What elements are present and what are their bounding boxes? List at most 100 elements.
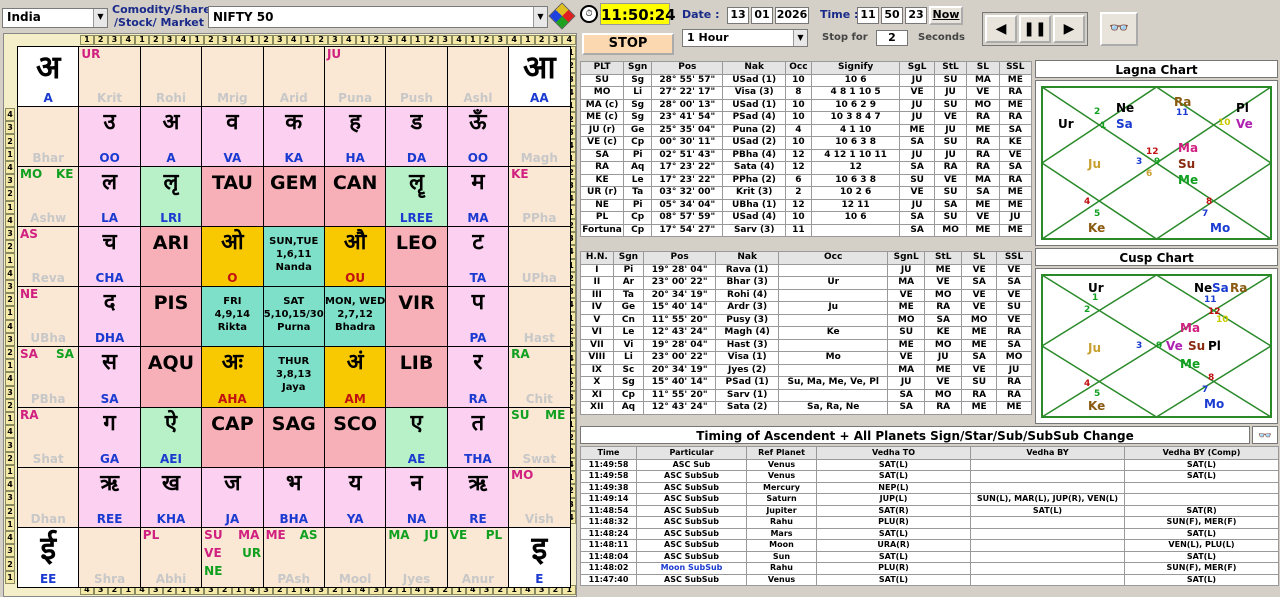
table-row[interactable]: 11:48:04 ASC SubSub Sun SAT(L) SAT(L)	[580, 550, 1279, 563]
table-row[interactable]: 11:48:02 Moon SubSub Rahu PLU(R) SUN(F), MER…	[580, 562, 1279, 575]
table-cell: Saturn	[746, 493, 817, 506]
table-cell: JU	[899, 111, 935, 125]
table-row[interactable]: MA (c) Sg 28° 00' 13" USad (1) 10 10 6 2 9 JU S…	[579, 98, 1033, 112]
table-row[interactable]: 11:48:32 ASC SubSub Rahu PLU(R) SUN(F), MER(…	[580, 516, 1279, 529]
table-row[interactable]: VI Le 12° 43' 24" Magh (4) Ke SU KE ME RA	[580, 326, 1032, 340]
date-month-input[interactable]: 01	[751, 7, 773, 24]
table-row[interactable]: KE Le 17° 23' 22" PPha (2) 6 10 6 3 8 SU VE MA RA	[579, 173, 1033, 187]
table-row[interactable]: NE Pi 05° 34' 04" UBha (1) 12 12 11 JU SA ME ME	[579, 198, 1033, 212]
rewind-icon[interactable]: ◀	[985, 15, 1017, 43]
chart-label: Ma	[1180, 321, 1201, 335]
stop-button[interactable]: STOP	[582, 33, 674, 55]
table-row[interactable]: 11:49:58 ASC SubSub Venus SAT(L) SAT(L)	[580, 470, 1279, 483]
grid-cell: VIR	[386, 287, 447, 347]
table-cell: Ge	[612, 301, 645, 315]
table-row[interactable]: 11:48:24 ASC SubSub Mars SAT(L) SAT(L)	[580, 527, 1279, 540]
table-cell: RA	[996, 376, 1032, 390]
table-cell: Jupiter	[746, 504, 817, 517]
country-select[interactable]: India ▼	[2, 8, 108, 28]
table-row[interactable]: X Sg 15° 40' 14" PSad (1) Su, Ma, Me, Ve, Pl…	[580, 376, 1032, 390]
chart-label: 9	[1154, 157, 1161, 167]
table-row[interactable]: V Cn 11° 55' 20" Pusy (3) MO SA MO VE	[580, 313, 1032, 327]
nakshatra-label: PBha	[30, 391, 66, 406]
chart-label: Sa	[1116, 117, 1133, 131]
table-row[interactable]: SA Pi 02° 51' 43" PBha (4) 12 4 12 1 10 11 JU J…	[579, 148, 1033, 162]
table-cell: Visa (1)	[715, 351, 780, 365]
table-row[interactable]: XII Aq 12° 43' 24" Sata (2) Sa, Ra, Ne SA RA ME…	[580, 401, 1032, 415]
now-button[interactable]: Now	[929, 6, 963, 25]
grid-cell: ऐ AEI	[140, 407, 202, 467]
grid-cell: PIS	[140, 287, 202, 347]
chart-label: Ke	[1088, 399, 1106, 413]
table-row[interactable]: 11:49:14 ASC SubSub Saturn JUP(L) SUN(L), MA…	[580, 493, 1279, 506]
table-cell: Pusy (3)	[715, 313, 780, 327]
table-row[interactable]: IV Ge 15° 40' 14" Ardr (3) Ju ME RA VE SU	[580, 301, 1032, 315]
time-hour-input[interactable]: 11	[857, 7, 879, 24]
time-second-input[interactable]: 23	[905, 7, 927, 24]
table-cell	[1124, 481, 1279, 494]
table-cell: 12 11	[810, 198, 901, 212]
nakshatra-label: Swat	[522, 451, 557, 466]
table-row[interactable]: SU Sg 28° 55' 57" USad (1) 10 10 6 JU SU MA ME	[579, 73, 1033, 87]
table-row[interactable]: III Ta 20° 34' 19" Rohi (4) VE MO VE VE	[580, 288, 1032, 302]
date-year-input[interactable]: 2026	[775, 7, 809, 24]
table-row[interactable]: RA Aq 17° 23' 22" Sata (4) 12 12 SA RA RA SA	[579, 161, 1033, 175]
chevron-down-icon[interactable]: ▼	[533, 7, 547, 27]
ruler-tick: 3	[217, 35, 232, 45]
chevron-down-icon[interactable]: ▼	[793, 30, 807, 46]
chevron-down-icon[interactable]: ▼	[93, 9, 107, 27]
table-row[interactable]: XI Cp 11° 55' 20" Sarv (1) SA MO RA RA	[580, 388, 1032, 402]
table-row[interactable]: 11:49:38 ASC SubSub Mercury NEP(L)	[580, 481, 1279, 494]
grid-cell: ऋ RE	[447, 467, 509, 527]
table-row[interactable]: MO Li 27° 22' 17" Visa (3) 8 4 8 1 10 5 VE JU VE…	[579, 86, 1033, 100]
grid-cell: उ OO	[79, 107, 140, 167]
table-cell: SAT(L)	[816, 573, 971, 586]
syllable-label: O	[227, 271, 238, 286]
ruler-tick: 4	[452, 35, 466, 45]
chart-label: 7	[1202, 209, 1209, 219]
table-row[interactable]: JU (r) Ge 25° 35' 04" Puna (2) 4 4 1 10 ME JU ME…	[579, 123, 1033, 137]
table-row[interactable]: IX Sc 20° 34' 19" Jyes (2) MA ME VE JU	[580, 363, 1032, 377]
table-row[interactable]: VE (c) Cp 00° 30' 11" USad (2) 10 10 6 3 8 SA S…	[579, 136, 1033, 150]
table-row[interactable]: 11:48:54 ASC SubSub Jupiter SAT(R) SAT(L) SAT…	[580, 504, 1279, 517]
grid-cell: ग GA	[79, 407, 140, 467]
table-cell: SUN(F), MER(F)	[1124, 562, 1279, 575]
table-row[interactable]: UR (r) Ta 03° 32' 00" Krit (3) 2 10 2 6 VE SU SA…	[579, 186, 1033, 200]
planet-marker: AS	[20, 227, 38, 242]
interval-select[interactable]: 1 Hour ▼	[682, 29, 808, 47]
table-row[interactable]: VII Vi 19° 28' 04" Hast (3) ME MO ME SA	[580, 338, 1032, 352]
ruler-tick: 1	[135, 35, 149, 45]
binoculars-icon[interactable]: 👓	[1252, 426, 1278, 444]
binoculars-icon[interactable]: 👓	[1100, 12, 1138, 46]
table-row[interactable]: II Ar 23° 00' 22" Bhar (3) Ur MA VE SA SA	[580, 276, 1032, 290]
grid-cell: च CHA	[79, 227, 140, 287]
planet-marker: RA	[20, 407, 39, 422]
palette-icon[interactable]	[548, 2, 576, 30]
chart-label: 8	[1206, 197, 1213, 207]
pause-icon[interactable]: ❚❚	[1019, 15, 1051, 43]
table-row[interactable]: 11:48:11 ASC SubSub Moon URA(R) VEN(L), PLU(…	[580, 539, 1279, 552]
syllable-label: LA	[101, 211, 119, 226]
table-row[interactable]: Fortuna Cp 17° 54' 27" Sarv (3) 11 SA MO ME ME	[579, 223, 1033, 237]
table-cell: ME	[924, 363, 963, 377]
ruler-tick: 3	[162, 35, 177, 45]
table-row[interactable]: 11:47:40 ASC SubSub Venus SAT(L) SAT(L)	[580, 573, 1279, 586]
cusp-chart-title: Cusp Chart	[1035, 248, 1278, 266]
table-row[interactable]: VIII Li 23° 00' 22" Visa (1) Mo VE JU SA MO	[580, 351, 1032, 365]
stop-for-input[interactable]: 2	[876, 30, 908, 46]
table-cell: MO	[961, 313, 998, 327]
play-icon[interactable]: ▶	[1053, 15, 1085, 43]
table-cell: 15° 40' 14"	[643, 301, 717, 315]
table-cell: Rohi (4)	[715, 288, 780, 302]
ruler-tick: 2	[5, 398, 15, 413]
market-select[interactable]: NIFTY 50 ▼	[208, 6, 548, 28]
table-cell: SAT(L)	[816, 458, 971, 471]
time-minute-input[interactable]: 50	[881, 7, 903, 24]
date-day-input[interactable]: 13	[727, 7, 749, 24]
table-row[interactable]: I Pi 19° 28' 04" Rava (1) JU ME VE VE	[580, 263, 1032, 277]
chart-label: Ra	[1230, 281, 1248, 295]
table-row[interactable]: 11:49:58 ASC Sub Venus SAT(L) SAT(L)	[580, 458, 1279, 471]
table-row[interactable]: ME (c) Sg 23° 41' 54" PSad (4) 10 10 3 8 4 7J…	[579, 111, 1033, 125]
table-row[interactable]: PL Cp 08° 57' 59" USad (4) 10 10 6 SA SU VE JU	[579, 211, 1033, 225]
tithi-label: MON, WED 2,7,12 Bhadra	[325, 296, 386, 334]
